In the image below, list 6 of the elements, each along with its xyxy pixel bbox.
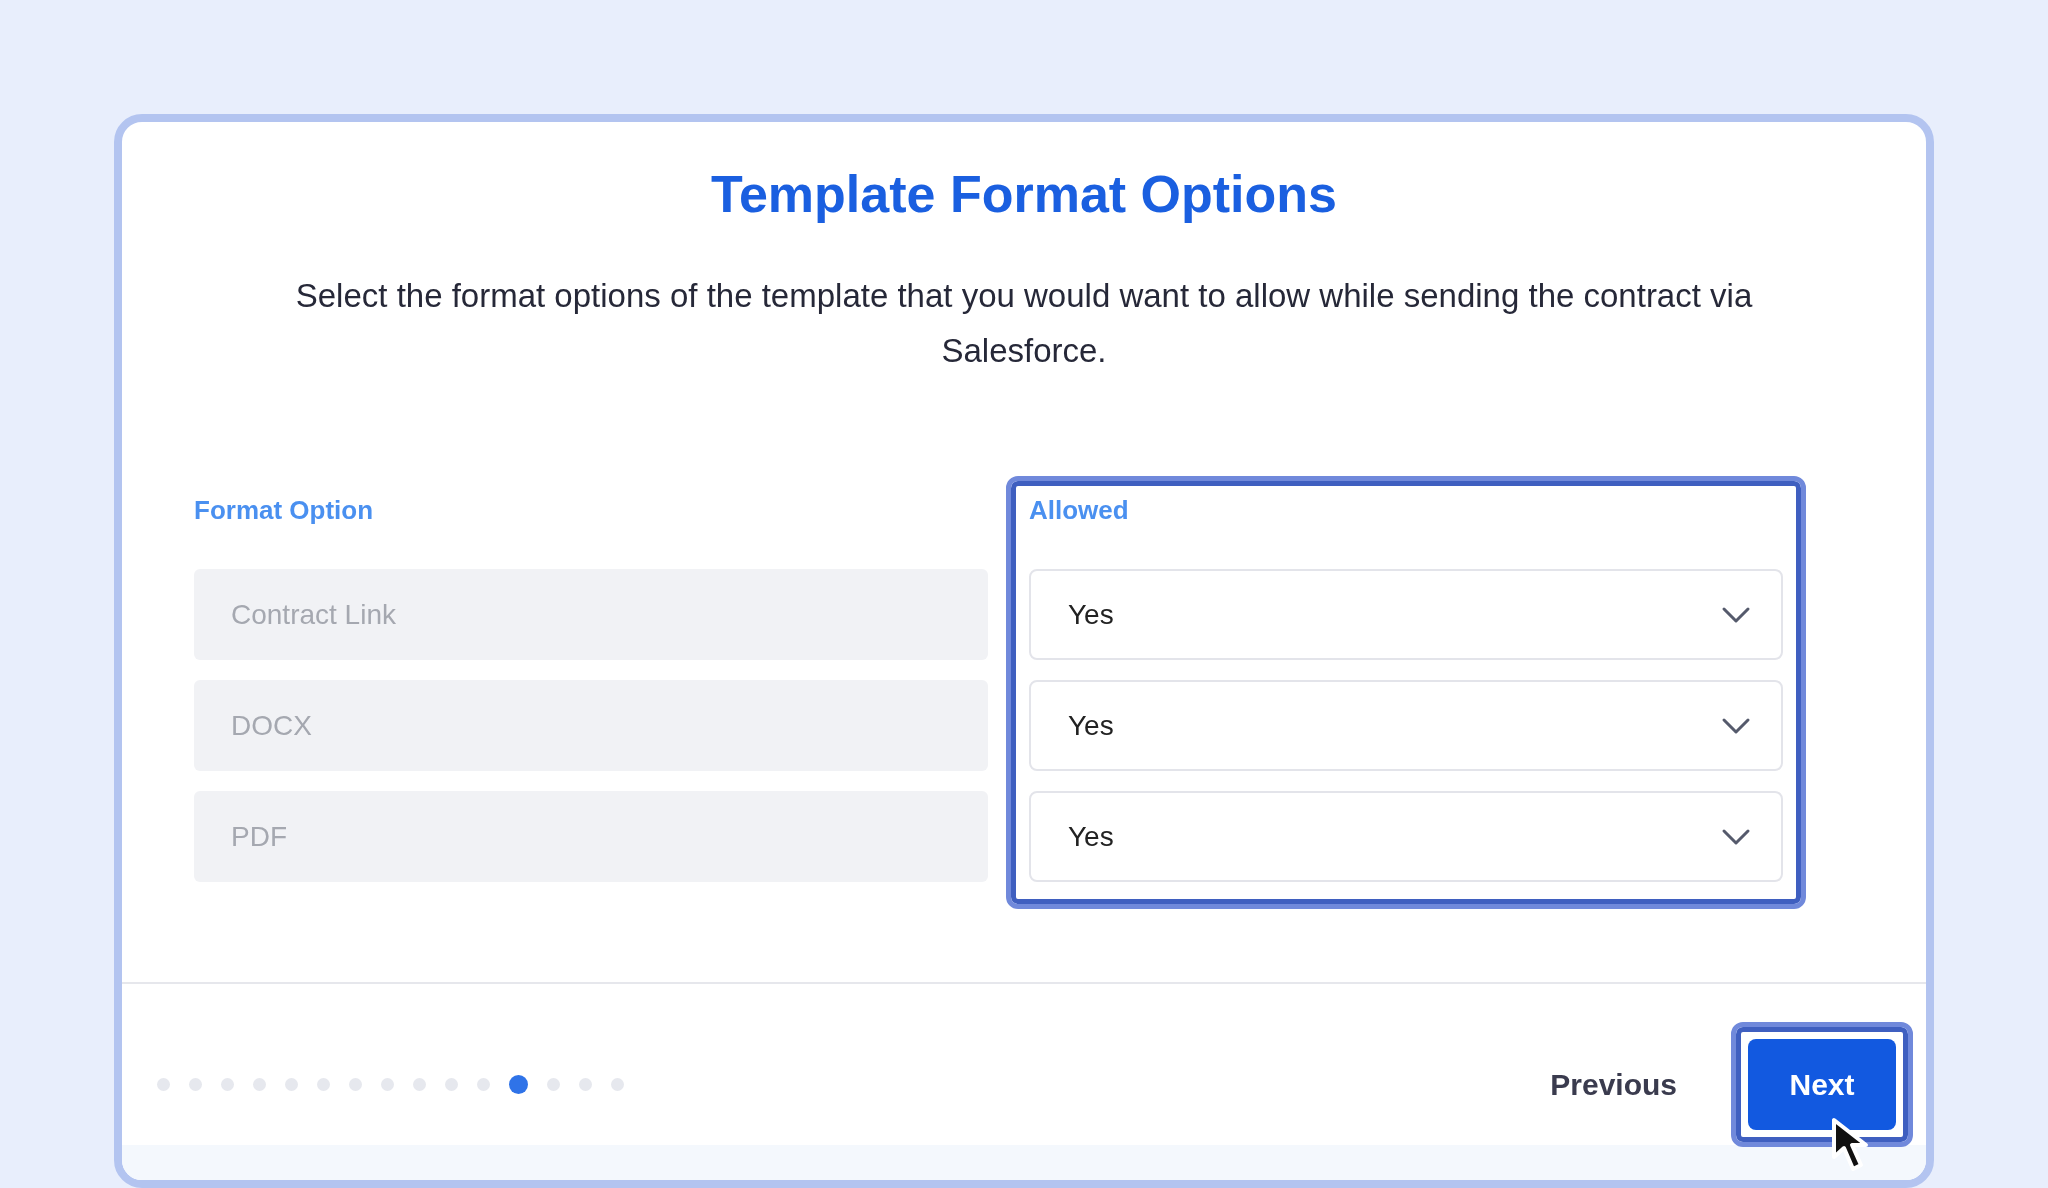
description: Select the format options of the template that you would want to allow while sending the contract via Salesforce. [294,276,1754,371]
column-header: Format Option [194,495,375,525]
previous-button[interactable]: Previous [1550,1062,1677,1107]
page-title: Template Format Options [711,164,1337,225]
column-header: Allowed [1029,495,1130,525]
next-button[interactable]: Next [1748,1039,1896,1130]
